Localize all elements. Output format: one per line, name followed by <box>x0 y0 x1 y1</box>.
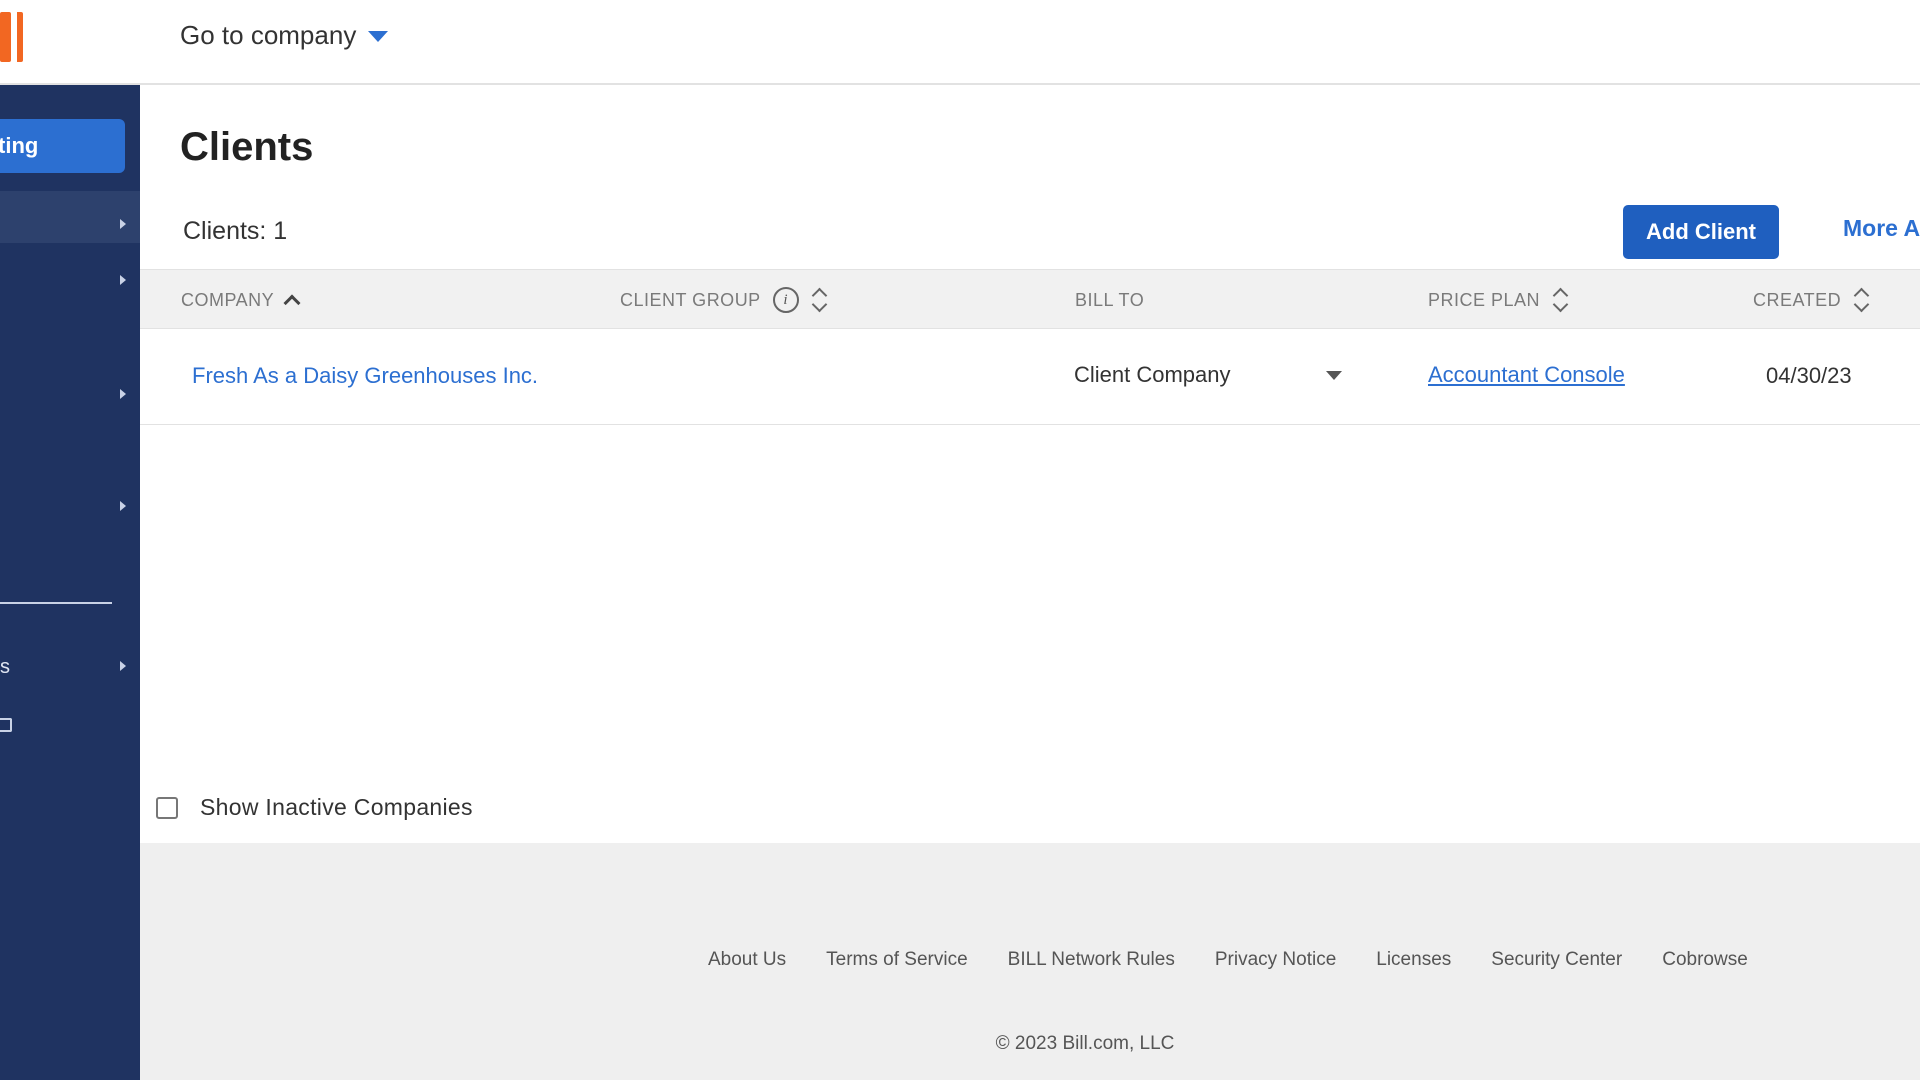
footer-link-privacy-notice[interactable]: Privacy Notice <box>1215 949 1336 971</box>
logo-bar <box>17 12 23 62</box>
sidebar-item-label[interactable]: s <box>0 656 10 679</box>
caret-right-icon[interactable] <box>120 389 126 399</box>
info-icon[interactable]: i <box>772 287 799 313</box>
column-company[interactable]: COMPANY <box>181 270 301 330</box>
footer-links: About Us Terms of Service BILL Network R… <box>708 949 1748 971</box>
add-client-button[interactable]: Add Client <box>1623 205 1779 259</box>
top-bar: Go to company <box>0 0 1920 85</box>
footer-link-security-center[interactable]: Security Center <box>1491 949 1622 971</box>
caret-right-icon[interactable] <box>120 219 126 229</box>
footer-link-terms-of-service[interactable]: Terms of Service <box>826 949 967 971</box>
sidebar-item-active[interactable]: ting <box>0 119 125 173</box>
clients-count: Clients: 1 <box>183 217 288 245</box>
show-inactive-checkbox[interactable] <box>156 796 178 819</box>
footer-link-network-rules[interactable]: BILL Network Rules <box>1008 949 1175 971</box>
sidebar-item-label: ting <box>0 133 39 158</box>
company-link[interactable]: Fresh As a Daisy Greenhouses Inc. <box>192 363 538 389</box>
column-label: PRICE PLAN <box>1428 289 1541 310</box>
footer-link-about-us[interactable]: About Us <box>708 949 786 971</box>
created-date: 04/30/23 <box>1766 363 1852 388</box>
table-header: COMPANY CLIENT GROUP i BILL TO PRICE PLA… <box>140 269 1920 329</box>
sort-icon[interactable] <box>811 287 827 313</box>
bill-to-value: Client Company <box>1074 362 1231 387</box>
chevron-down-icon <box>368 30 389 42</box>
column-label: COMPANY <box>181 289 275 310</box>
caret-right-icon[interactable] <box>120 275 126 285</box>
sort-icon[interactable] <box>1853 287 1869 313</box>
caret-right-icon[interactable] <box>120 501 126 511</box>
bill-logo[interactable] <box>0 12 30 62</box>
column-price-plan[interactable]: PRICE PLAN <box>1428 270 1568 330</box>
sort-ascending-icon[interactable] <box>283 294 301 312</box>
table-row: Fresh As a Daisy Greenhouses Inc. Client… <box>140 329 1920 425</box>
column-label: CLIENT GROUP <box>620 289 761 310</box>
footer-link-cobrowse[interactable]: Cobrowse <box>1662 949 1748 971</box>
show-inactive-label: Show Inactive Companies <box>200 794 473 820</box>
more-actions-link[interactable]: More A <box>1843 215 1920 242</box>
go-to-company-dropdown[interactable]: Go to company <box>180 18 389 52</box>
footer: About Us Terms of Service BILL Network R… <box>140 843 1920 1080</box>
sidebar: ting s <box>0 85 140 1080</box>
footer-link-licenses[interactable]: Licenses <box>1376 949 1451 971</box>
external-link-icon[interactable] <box>0 718 12 732</box>
logo-bar <box>0 12 11 62</box>
sidebar-item-highlighted[interactable] <box>0 191 140 243</box>
column-client-group[interactable]: CLIENT GROUP i <box>620 270 827 330</box>
sort-icon[interactable] <box>1552 287 1568 313</box>
copyright: © 2023 Bill.com, LLC <box>995 1033 1175 1054</box>
column-label: CREATED <box>1753 289 1842 310</box>
column-label: BILL TO <box>1075 289 1145 310</box>
price-plan-link[interactable]: Accountant Console <box>1428 362 1625 388</box>
show-inactive-option[interactable]: Show Inactive Companies <box>156 794 473 821</box>
caret-right-icon[interactable] <box>120 661 126 671</box>
sidebar-divider <box>0 602 112 604</box>
page-title: Clients <box>180 125 314 169</box>
go-to-company-label: Go to company <box>180 19 357 50</box>
column-bill-to: BILL TO <box>1075 270 1144 330</box>
column-created[interactable]: CREATED <box>1753 270 1869 330</box>
bill-to-dropdown[interactable]: Client Company <box>1074 355 1342 395</box>
chevron-down-icon <box>1326 370 1342 380</box>
